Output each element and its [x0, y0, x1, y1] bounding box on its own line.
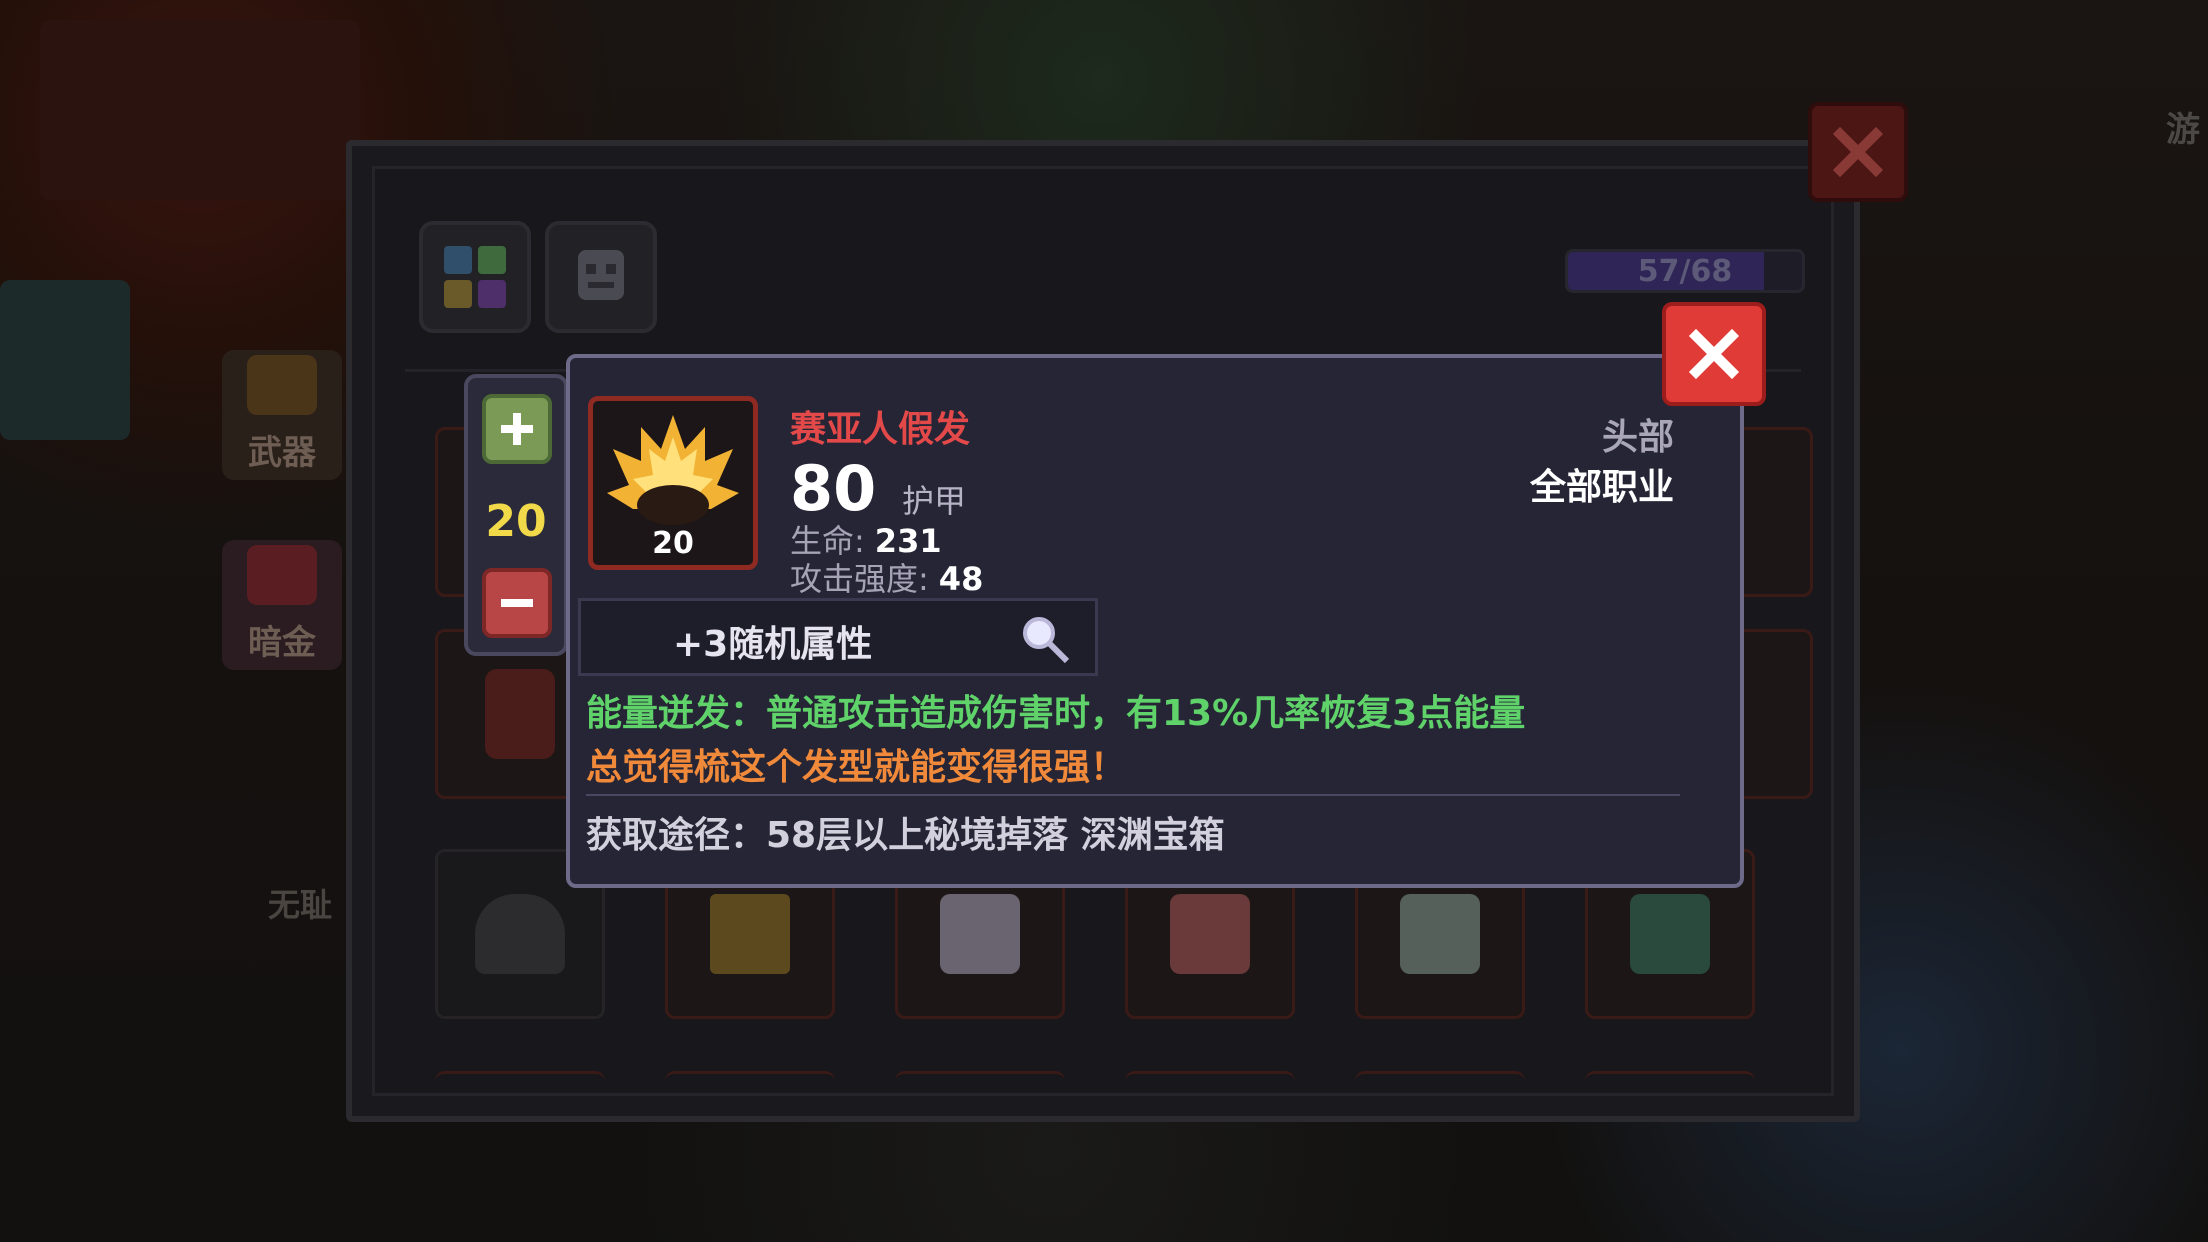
grid-icon: [444, 246, 506, 308]
tooltip-divider: [586, 794, 1680, 796]
helmet-item-icon: [475, 894, 565, 974]
dark-gold-bag-icon: [247, 545, 317, 605]
close-icon: [1688, 328, 1740, 380]
quantity-stepper: 20: [464, 374, 568, 656]
item-icon-frame: 20: [588, 396, 758, 570]
side-menu-dark-gold-label: 暗金: [248, 623, 316, 663]
special-effect-text: 能量迸发：普通攻击造成伤害时，有13%几率恢复3点能量: [586, 693, 1526, 734]
tab-items[interactable]: [419, 221, 531, 333]
attack-label: 攻击强度:: [790, 560, 929, 598]
flavor-text: 总觉得梳这个发型就能变得很强！: [586, 747, 1127, 788]
item-level: 20: [652, 526, 694, 561]
item-name: 赛亚人假发: [790, 409, 971, 450]
increase-button[interactable]: [482, 394, 552, 464]
class-restriction: 全部职业: [1529, 467, 1674, 508]
red-dress-item-icon: [1170, 894, 1250, 974]
weapon-chest-icon: [247, 355, 317, 415]
close-icon: [1832, 126, 1884, 178]
equipment-slot-type: 头部: [1601, 417, 1674, 458]
background-decoration: [0, 280, 130, 440]
side-menu-partial-label: 无耻: [268, 886, 333, 924]
side-menu-weapon-button[interactable]: 武器: [222, 350, 342, 480]
decrease-button[interactable]: [482, 568, 552, 638]
inventory-slot-edge: [895, 1071, 1065, 1086]
magnifier-icon[interactable]: [1017, 611, 1073, 667]
inventory-slot-edge: [1585, 1071, 1755, 1086]
tooltip-close-button[interactable]: [1662, 302, 1766, 406]
item-tooltip: 20 赛亚人假发 80 护甲 生命: 231 攻击强度: 48 头部 全部职业 +3…: [566, 354, 1744, 888]
attack-stat: 攻击强度: 48: [790, 554, 983, 600]
robe-item-icon: [710, 894, 790, 974]
random-attributes-box[interactable]: +3随机属性: [578, 598, 1098, 676]
inventory-capacity-bar: 57/68: [1565, 249, 1805, 293]
inventory-slot-edge: [435, 1071, 605, 1086]
edge-label: 游: [2166, 110, 2200, 150]
side-menu-dark-gold-button[interactable]: 暗金: [222, 540, 342, 670]
inventory-capacity-text: 57/68: [1637, 253, 1733, 289]
white-robe-item-icon: [1400, 894, 1480, 974]
background-building: [40, 20, 360, 200]
attack-value: 48: [938, 560, 984, 598]
green-armor-item-icon: [1630, 894, 1710, 974]
inventory-close-button[interactable]: [1808, 102, 1908, 202]
minus-icon: [501, 599, 533, 607]
inventory-slot-edge: [1355, 1071, 1525, 1086]
item-source-text: 获取途径：58层以上秘境掉落 深渊宝箱: [586, 815, 1225, 856]
monster-icon: [578, 250, 624, 300]
random-attributes-text: +3随机属性: [673, 624, 873, 665]
armor-value: 80: [790, 452, 877, 525]
dress-item-icon: [940, 894, 1020, 974]
quantity-value: 20: [485, 496, 547, 547]
plus-icon: [501, 413, 533, 445]
tab-pets[interactable]: [545, 221, 657, 333]
inventory-slot-edge: [1125, 1071, 1295, 1086]
armor-item-icon: [485, 669, 555, 759]
inventory-slot-edge: [665, 1071, 835, 1086]
side-menu-weapon-label: 武器: [248, 433, 316, 473]
